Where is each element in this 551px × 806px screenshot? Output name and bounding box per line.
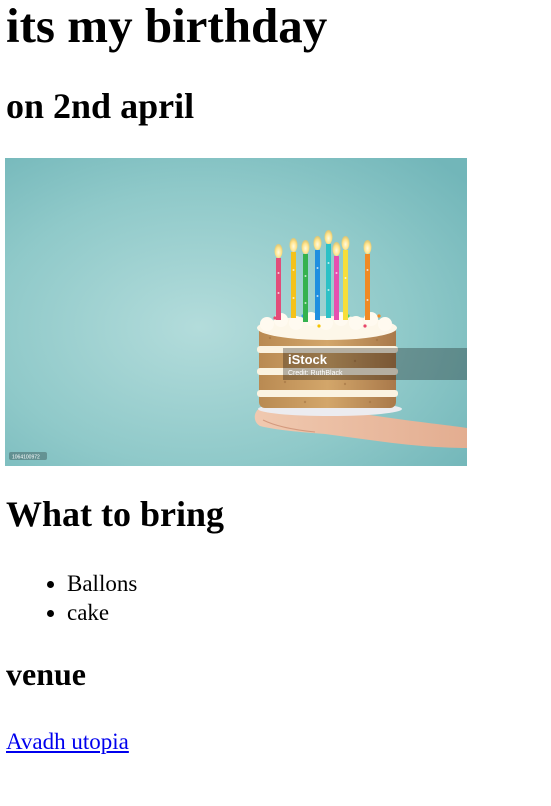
venue-link[interactable]: Avadh utopia (6, 729, 129, 755)
watermark-brand: iStock (288, 352, 328, 367)
list-item: cake (67, 598, 137, 627)
image-id-tag: 1064100972 (12, 455, 40, 461)
venue-heading: venue (6, 656, 86, 692)
birthday-cake-image: iStock Credit: RuthBlack 1064100972 (5, 158, 467, 466)
page: its my birthday on 2nd april iStock Cred… (0, 0, 551, 806)
list-item: Ballons (67, 569, 137, 598)
watermark-credit: Credit: RuthBlack (288, 370, 343, 377)
what-to-bring-heading: What to bring (6, 494, 225, 534)
page-subtitle: on 2nd april (6, 86, 195, 126)
bring-list: Ballons cake (0, 569, 137, 627)
page-title: its my birthday (6, 0, 328, 53)
